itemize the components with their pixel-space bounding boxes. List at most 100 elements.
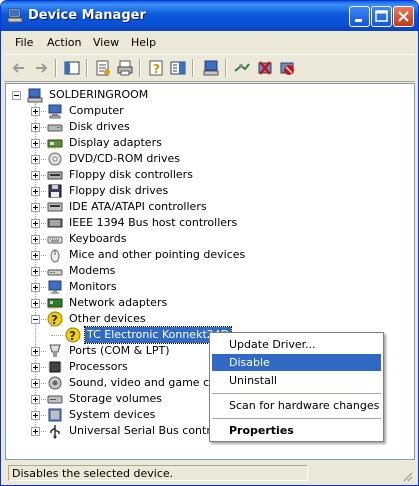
disable-icon[interactable]	[278, 59, 296, 77]
menu-action[interactable]: Action	[47, 36, 81, 49]
disk-drive-icon	[47, 124, 63, 132]
context-menu-item-label: Properties	[229, 424, 294, 437]
tree-category-label: Network adapters	[69, 296, 168, 309]
unknown-device-icon: ?	[47, 311, 63, 327]
port-icon	[49, 344, 61, 357]
tree-category-label: System devices	[69, 408, 156, 421]
resize-grip-icon[interactable]	[401, 470, 413, 482]
tree-category-label: Storage volumes	[69, 392, 163, 405]
unknown-device-icon: ?	[65, 327, 81, 343]
expand-toggle-sound-video-and-game-contro[interactable]	[31, 379, 40, 388]
processor-icon	[48, 361, 62, 373]
tree-category-label: Display adapters	[69, 136, 162, 149]
keyboard-icon	[47, 236, 63, 244]
context-menu: Update Driver... Disable Uninstall Scan for…	[209, 332, 384, 442]
menu-file[interactable]: File	[15, 36, 33, 49]
expand-toggle-ieee-1394-bus-host-controllers[interactable]	[31, 219, 40, 228]
expand-toggle-computer[interactable]	[31, 107, 40, 116]
firewire-icon	[47, 218, 63, 228]
toolbar-separator	[139, 59, 141, 77]
expand-toggle-universal-serial-bus-controllers[interactable]	[31, 427, 40, 436]
context-menu-item-disable[interactable]: Disable	[212, 354, 381, 371]
view-icon[interactable]	[169, 59, 187, 77]
usb-icon	[50, 425, 60, 439]
context-menu-item-label: Disable	[229, 356, 270, 369]
menu-bar: File Action View Help	[4, 32, 415, 53]
expand-toggle-floppy-disk-controllers[interactable]	[31, 171, 40, 180]
toolbar-separator	[192, 59, 194, 77]
forward-arrow-icon[interactable]	[32, 59, 50, 77]
maximize-icon	[375, 10, 388, 22]
tree-category-label: Computer	[69, 104, 124, 117]
menu-help[interactable]: Help	[131, 36, 156, 49]
tree-category-label: Keyboards	[69, 232, 127, 245]
expand-toggle-display-adapters[interactable]	[31, 139, 40, 148]
status-text: Disables the selected device.	[8, 465, 308, 481]
minimize-icon	[355, 19, 362, 22]
root-collapse-toggle[interactable]	[12, 91, 21, 100]
context-menu-item-update-driver[interactable]: Update Driver...	[212, 336, 381, 353]
tree-category-label: Ports (COM & LPT)	[69, 344, 170, 357]
sound-icon	[48, 376, 62, 390]
show-hide-console-tree-icon[interactable]	[63, 59, 81, 77]
tree-category-label: IDE ATA/ATAPI controllers	[69, 200, 207, 213]
help-icon[interactable]: ?	[147, 59, 165, 77]
floppy-controller-icon	[47, 171, 63, 180]
expand-toggle-ports-com-lpt[interactable]	[31, 347, 40, 356]
toolbar: ?	[4, 54, 415, 82]
expand-toggle-floppy-disk-drives[interactable]	[31, 187, 40, 196]
device-manager-window: Device Manager File Action View Help ? S…	[0, 0, 419, 486]
expand-toggle-disk-drives[interactable]	[31, 123, 40, 132]
expand-toggle-system-devices[interactable]	[31, 411, 40, 420]
expand-toggle-keyboards[interactable]	[31, 235, 40, 244]
context-menu-separator	[212, 393, 381, 394]
context-menu-item-label: Uninstall	[229, 374, 277, 387]
menu-view[interactable]: View	[93, 36, 119, 49]
network-adapter-icon	[47, 298, 63, 309]
uninstall-icon[interactable]	[256, 59, 274, 77]
cd-drive-icon	[48, 152, 62, 166]
expand-toggle-network-adapters[interactable]	[31, 299, 40, 308]
floppy-drive-icon	[48, 184, 62, 198]
tree-category-label: Floppy disk drives	[69, 184, 169, 197]
close-button[interactable]	[393, 6, 414, 27]
root-computer-icon	[27, 88, 43, 103]
expand-toggle-ide-ata-atapi-controllers[interactable]	[31, 203, 40, 212]
device-manager-icon	[7, 8, 23, 23]
toolbar-separator	[225, 59, 227, 77]
expand-toggle-mice-and-other-pointing-devices[interactable]	[31, 251, 40, 260]
status-bar: Disables the selected device.	[4, 462, 415, 484]
monitor-icon	[48, 280, 62, 294]
maximize-button[interactable]	[371, 6, 392, 27]
back-arrow-icon[interactable]	[10, 59, 28, 77]
context-menu-item-label: Scan for hardware changes	[229, 399, 380, 412]
tree-category-label: Mice and other pointing devices	[69, 248, 246, 261]
expand-toggle-processors[interactable]	[31, 363, 40, 372]
title-bar[interactable]: Device Manager	[1, 1, 418, 31]
tree-category-label: Other devices	[69, 312, 146, 325]
display-adapter-icon	[47, 139, 63, 149]
close-icon	[398, 11, 409, 22]
scan-hardware-icon[interactable]	[233, 59, 251, 77]
toolbar-separator	[86, 59, 88, 77]
expand-toggle-modems[interactable]	[31, 267, 40, 276]
print-icon[interactable]	[116, 59, 134, 77]
tree-category-label: Disk drives	[69, 120, 130, 133]
computer-icon[interactable]	[202, 59, 220, 77]
context-menu-item-uninstall[interactable]: Uninstall	[212, 372, 381, 389]
expand-toggle-storage-volumes[interactable]	[31, 395, 40, 404]
expand-toggle-other-devices[interactable]	[31, 315, 40, 324]
tree-category-label: IEEE 1394 Bus host controllers	[69, 216, 238, 229]
expand-toggle-monitors[interactable]	[31, 283, 40, 292]
context-menu-item-scan-for-hardware-changes[interactable]: Scan for hardware changes	[212, 397, 381, 414]
modem-icon	[47, 269, 63, 276]
expand-toggle-dvd-cd-rom-drives[interactable]	[31, 155, 40, 164]
context-menu-item-properties[interactable]: Properties	[212, 422, 381, 439]
tree-category-label: Modems	[69, 264, 116, 277]
tree-connector	[51, 335, 63, 336]
properties-icon[interactable]	[94, 59, 112, 77]
minimize-button[interactable]	[349, 6, 370, 27]
tree-root-label: SOLDERINGROOM	[49, 88, 149, 101]
window-title: Device Manager	[28, 8, 146, 23]
tree-category-label: Floppy disk controllers	[69, 168, 193, 181]
